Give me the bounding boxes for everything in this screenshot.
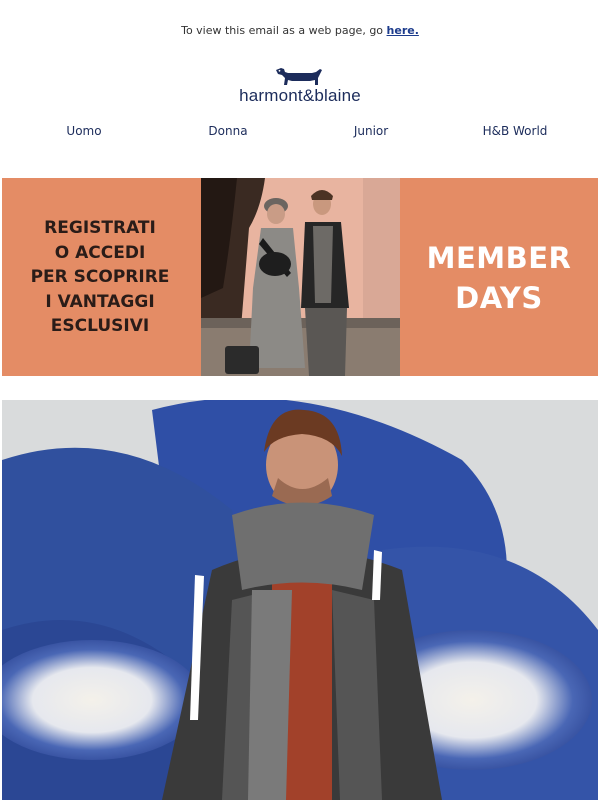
member-days-line: DAYS <box>455 281 543 315</box>
register-line: I VANTAGGI <box>45 291 155 312</box>
dachshund-icon <box>276 68 322 85</box>
register-line: REGISTRATI <box>44 218 156 238</box>
web-version-link[interactable]: here. <box>387 24 419 37</box>
register-promo-text: REGISTRATI O ACCEDI PER SCOPRIRE I VANTA… <box>2 216 198 339</box>
hero-image[interactable] <box>2 400 598 800</box>
brand-logo[interactable]: harmont&blaine <box>0 64 600 106</box>
register-line: O ACCEDI <box>54 242 146 263</box>
register-line: PER SCOPRIRE <box>30 267 170 287</box>
hero-illustration <box>2 400 598 800</box>
top-navigation: Uomo Donna Junior H&B World <box>0 124 600 140</box>
preheader-text: To view this email as a web page, go <box>181 24 387 37</box>
member-days-title: MEMBER DAYS <box>400 238 598 318</box>
logo-wordmark: harmont&blaine <box>239 86 361 105</box>
member-days-banner[interactable]: REGISTRATI O ACCEDI PER SCOPRIRE I VANTA… <box>2 178 598 376</box>
nav-item-uomo[interactable]: Uomo <box>66 124 101 138</box>
member-days-line: MEMBER <box>426 241 572 275</box>
nav-item-hb-world[interactable]: H&B World <box>483 124 548 138</box>
nav-item-donna[interactable]: Donna <box>208 124 247 138</box>
register-line: ESCLUSIVI <box>50 316 150 336</box>
nav-item-junior[interactable]: Junior <box>354 124 388 138</box>
preheader: To view this email as a web page, go her… <box>0 24 600 37</box>
couple-photo <box>201 178 400 376</box>
